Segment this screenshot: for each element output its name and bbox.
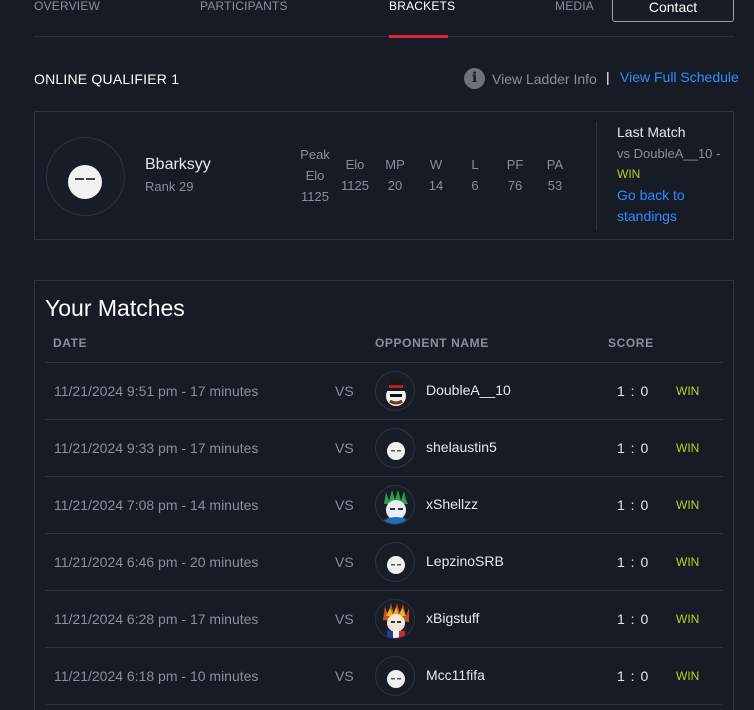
stat-label: L [471, 157, 479, 172]
match-date: 11/21/2024 9:33 pm - 17 minutes [54, 440, 259, 456]
tab-brackets[interactable]: BRACKETS [389, 0, 455, 13]
opponent-name-link[interactable]: DoubleA__10 [426, 382, 511, 398]
stat-pf: PF 76 [498, 154, 532, 196]
opponent-avatar [375, 485, 415, 525]
vs-label: VS [335, 383, 354, 399]
match-score: 1 : 0 [617, 668, 650, 684]
stat-value: 76 [507, 178, 523, 193]
stat-value: 1125 [301, 189, 329, 204]
stat-value: 6 [471, 178, 479, 193]
view-full-schedule-link[interactable]: View Full Schedule [620, 69, 739, 85]
match-date: 11/21/2024 6:28 pm - 17 minutes [54, 611, 259, 627]
match-row[interactable]: 11/21/2024 6:18 pm - 10 minutes VS Mcc11… [45, 648, 723, 705]
player-rank: Rank 29 [145, 179, 194, 194]
stat-label: MP [385, 157, 405, 172]
stat-value: 14 [428, 178, 444, 193]
match-score: 1 : 0 [617, 554, 650, 570]
opponent-avatar [375, 428, 415, 468]
vs-label: VS [335, 497, 354, 513]
opponent-name-link[interactable]: xShellzz [426, 496, 478, 512]
last-match-opponent: vs DoubleA__10 - [617, 146, 721, 161]
column-header-date: DATE [53, 336, 88, 350]
active-tab-indicator [389, 35, 448, 38]
match-date: 11/21/2024 6:46 pm - 20 minutes [54, 554, 259, 570]
feather-headdress-avatar-icon [383, 603, 409, 638]
vs-label: VS [335, 668, 354, 684]
ladder-title: ONLINE QUALIFIER 1 [34, 71, 180, 87]
stat-label: PA [546, 157, 564, 172]
matches-section: Your Matches DATE OPPONENT NAME SCORE 11… [34, 280, 734, 710]
stat-value: 20 [387, 178, 403, 193]
ladder-page: OVERVIEW PARTICIPANTS BRACKETS MEDIA Con… [0, 0, 754, 710]
match-result: WIN [676, 384, 700, 398]
default-face-avatar-icon [387, 670, 405, 688]
match-row[interactable]: 11/21/2024 7:08 pm - 14 minutes VS xShel… [45, 477, 723, 534]
opponent-avatar [375, 599, 415, 639]
stat-value: 53 [547, 178, 563, 193]
view-ladder-info-link[interactable]: View Ladder Info [492, 71, 597, 87]
stat-w: W 14 [419, 154, 453, 196]
match-date: 11/21/2024 9:51 pm - 17 minutes [54, 383, 259, 399]
tab-media[interactable]: MEDIA [555, 0, 594, 13]
stat-label: W [429, 157, 443, 172]
last-match-result: WIN [617, 167, 641, 181]
match-score: 1 : 0 [617, 383, 650, 399]
column-header-opponent: OPPONENT NAME [375, 336, 489, 350]
match-result: WIN [676, 669, 700, 683]
opponent-avatar [375, 542, 415, 582]
player-avatar [46, 137, 125, 216]
stat-label: Elo [345, 157, 365, 172]
opponent-name-link[interactable]: Mcc11fifa [426, 667, 485, 683]
stat-value: 1125 [341, 178, 369, 193]
last-match-title: Last Match [617, 124, 686, 140]
vs-label: VS [335, 440, 354, 456]
stat-peak-elo: Peak Elo 1125 [295, 144, 335, 207]
match-score: 1 : 0 [617, 440, 650, 456]
default-face-avatar-icon [387, 556, 405, 574]
last-match-panel: Last Match vs DoubleA__10 - WIN Go back … [596, 122, 726, 230]
stat-label: Peak Elo [300, 147, 330, 183]
info-icon[interactable]: i [464, 68, 485, 89]
opponent-name-link[interactable]: LepzinoSRB [426, 553, 504, 569]
contact-button[interactable]: Contact [612, 0, 734, 22]
match-result: WIN [676, 612, 700, 626]
match-result: WIN [676, 498, 700, 512]
stat-label: PF [506, 157, 524, 172]
match-result: WIN [676, 441, 700, 455]
vs-label: VS [335, 554, 354, 570]
default-face-avatar-icon [68, 165, 102, 199]
stat-mp: MP 20 [378, 154, 412, 196]
match-date: 11/21/2024 7:08 pm - 14 minutes [54, 497, 259, 513]
top-nav: OVERVIEW PARTICIPANTS BRACKETS MEDIA Con… [34, 0, 734, 38]
tab-overview[interactable]: OVERVIEW [34, 0, 100, 13]
tab-participants[interactable]: PARTICIPANTS [200, 0, 288, 13]
match-score: 1 : 0 [617, 611, 650, 627]
match-score: 1 : 0 [617, 497, 650, 513]
player-card: Bbarksyy Rank 29 Peak Elo 1125 Elo 1125 … [34, 111, 734, 240]
column-header-score: SCORE [608, 336, 654, 350]
green-crown-avatar-icon [384, 490, 408, 524]
stat-elo: Elo 1125 [337, 154, 373, 196]
stat-l: L 6 [458, 154, 492, 196]
opponent-avatar [375, 656, 415, 696]
match-row[interactable]: 11/21/2024 6:46 pm - 20 minutes VS Lepzi… [45, 534, 723, 591]
opponent-name-link[interactable]: shelaustin5 [426, 439, 497, 455]
go-back-to-standings-link[interactable]: Go back to standings [617, 185, 726, 227]
opponent-avatar [375, 371, 415, 411]
link-separator: | [606, 69, 610, 85]
match-date: 11/21/2024 6:18 pm - 10 minutes [54, 668, 259, 684]
match-result: WIN [676, 555, 700, 569]
matches-title: Your Matches [45, 295, 185, 321]
match-row[interactable]: 11/21/2024 6:28 pm - 17 minutes VS xBigs… [45, 591, 723, 648]
opponent-name-link[interactable]: xBigstuff [426, 610, 479, 626]
default-face-avatar-icon [387, 442, 405, 460]
player-name: Bbarksyy [145, 156, 211, 173]
stat-pa: PA 53 [538, 154, 572, 196]
match-row[interactable]: 11/21/2024 9:51 pm - 17 minutes VS Doubl… [45, 363, 723, 420]
vs-label: VS [335, 611, 354, 627]
match-row[interactable]: 11/21/2024 9:33 pm - 17 minutes VS shela… [45, 420, 723, 477]
top-hat-avatar-icon [385, 377, 407, 406]
